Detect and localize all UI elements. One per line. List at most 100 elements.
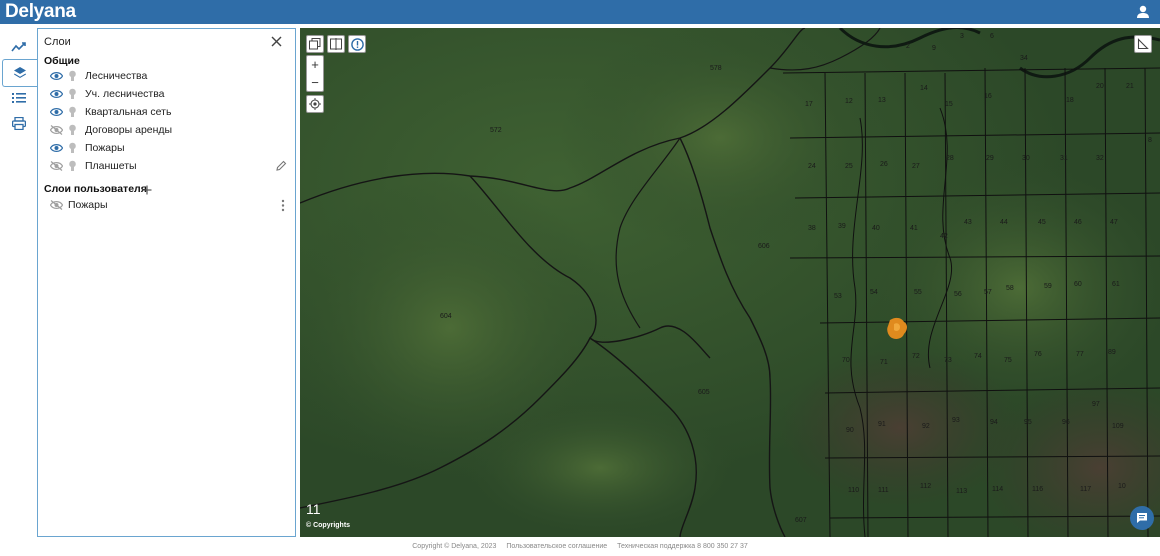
plot-number-label: 29 <box>986 155 994 162</box>
plot-number-label: 55 <box>914 289 922 296</box>
plot-number-label: 110 <box>848 487 859 494</box>
plot-number-label: 75 <box>1004 357 1012 364</box>
layer-label[interactable]: Уч. лесничества <box>85 88 165 100</box>
info-button[interactable] <box>348 35 366 53</box>
layer-label[interactable]: Лесничества <box>85 70 147 82</box>
layer-label[interactable]: Пожары <box>68 199 108 211</box>
print-button[interactable] <box>4 110 34 136</box>
chat-button[interactable] <box>1130 506 1154 530</box>
layer-row-sub-forestries: Уч. лесничества <box>50 87 290 103</box>
plot-number-label: 38 <box>808 225 816 232</box>
zoom-out-button[interactable]: − <box>307 74 323 91</box>
plot-number-label: 47 <box>1110 219 1118 226</box>
list-icon <box>12 93 26 103</box>
close-icon[interactable] <box>271 36 282 47</box>
plot-number-label: 18 <box>1066 97 1074 104</box>
eye-icon[interactable] <box>50 71 63 81</box>
plot-number-label: 112 <box>920 483 931 490</box>
ruler-angle-icon <box>1137 38 1149 50</box>
plot-number-label: 6 <box>990 33 994 40</box>
zoom-control: + − <box>306 55 324 92</box>
plot-number-label: 94 <box>990 419 998 426</box>
layers-toggle-button[interactable] <box>306 35 324 53</box>
layers-panel: Слои Общие Лесничества Уч. лесничества К… <box>37 28 296 537</box>
plot-number-label: 14 <box>920 85 928 92</box>
bulb-icon[interactable] <box>68 70 77 82</box>
plot-number-label: 10 <box>1118 483 1126 490</box>
compare-button[interactable] <box>327 35 345 53</box>
plot-number-label: 60 <box>1074 281 1082 288</box>
bulb-icon[interactable] <box>68 142 77 154</box>
list-button[interactable] <box>4 85 34 111</box>
layer-label[interactable]: Пожары <box>85 142 125 154</box>
layer-label[interactable]: Договоры аренды <box>85 124 172 136</box>
app-logo[interactable]: Delyana <box>5 1 76 23</box>
footer: Copyright © Delyana, 2023 Пользовательск… <box>0 543 1160 550</box>
add-icon[interactable] <box>142 185 152 195</box>
plot-number-label: 46 <box>1074 219 1082 226</box>
footer-copyright: Copyright © Delyana, 2023 <box>412 543 497 550</box>
plot-number-label: 3 <box>960 33 964 40</box>
bulb-icon[interactable] <box>68 88 77 100</box>
plot-number-label: 90 <box>846 427 854 434</box>
plot-number-label: 26 <box>880 161 888 168</box>
layer-label[interactable]: Квартальная сеть <box>85 106 171 118</box>
layer-label[interactable]: Планшеты <box>85 160 137 172</box>
plot-number-label: 30 <box>1022 155 1030 162</box>
plot-number-label: 70 <box>842 357 850 364</box>
plot-number-label: 40 <box>872 225 880 232</box>
eye-off-icon[interactable] <box>50 161 63 171</box>
plot-number-label: 114 <box>992 486 1003 493</box>
plot-number-label: 34 <box>1020 55 1028 62</box>
plot-number-label: 57 <box>984 289 992 296</box>
plot-number-label: 109 <box>1112 423 1124 430</box>
bulb-icon[interactable] <box>68 160 77 172</box>
eye-icon[interactable] <box>50 143 63 153</box>
satellite-map[interactable]: 57857260660460560717 12 131415161820 2124 25… <box>300 28 1160 537</box>
analytics-button[interactable] <box>4 34 34 60</box>
eye-off-icon[interactable] <box>50 125 63 135</box>
plot-number-label: 17 <box>805 101 813 108</box>
locate-button[interactable] <box>306 95 324 113</box>
footer-agreement-link[interactable]: Пользовательское соглашение <box>506 543 607 550</box>
map-view[interactable]: 578 572 606 604 605 607 17 12 13 14 15 16 18 20 21 24 25… <box>300 28 1160 537</box>
plot-number-label: 93 <box>952 417 960 424</box>
layer-row-fires: Пожары <box>50 141 290 157</box>
plot-number-label: 42 <box>940 233 948 240</box>
measure-button[interactable] <box>1134 35 1152 53</box>
side-rail <box>0 29 38 549</box>
plot-number-label: 605 <box>698 389 710 396</box>
user-layers-heading: Слои пользователя <box>44 183 147 195</box>
layers-button[interactable] <box>2 59 37 87</box>
user-icon[interactable] <box>1135 4 1151 20</box>
general-layers-heading: Общие <box>44 55 80 67</box>
eye-off-icon[interactable] <box>50 200 63 210</box>
more-vert-icon[interactable] <box>280 199 286 212</box>
plot-number-label: 54 <box>870 289 878 296</box>
pencil-icon[interactable] <box>276 160 287 171</box>
zoom-in-button[interactable]: + <box>307 56 323 73</box>
plot-number-label: 24 <box>808 163 816 170</box>
plot-number-label: 12 <box>845 98 853 105</box>
plot-number-label: 76 <box>1034 351 1042 358</box>
user-layer-row-fires: Пожары <box>50 198 290 214</box>
footer-support: Техническая поддержка 8 800 350 27 37 <box>617 543 748 550</box>
plot-number-label: 32 <box>1096 155 1104 162</box>
eye-icon[interactable] <box>50 107 63 117</box>
plot-number-label: 9 <box>932 45 936 52</box>
plot-number-label: 77 <box>1076 351 1084 358</box>
plot-number-label: 53 <box>834 293 842 300</box>
layer-row-leases: Договоры аренды <box>50 123 290 139</box>
bulb-icon[interactable] <box>68 106 77 118</box>
map-copyrights[interactable]: © Copyrights <box>306 522 350 529</box>
layer-row-forestries: Лесничества <box>50 69 290 85</box>
plot-number-label: 13 <box>878 97 886 104</box>
eye-icon[interactable] <box>50 89 63 99</box>
plot-number-label: 28 <box>946 155 954 162</box>
plot-number-label: 604 <box>440 313 452 320</box>
plot-number-label: 61 <box>1112 281 1120 288</box>
plot-number-label: 16 <box>984 93 992 100</box>
plot-number-label: 73 <box>944 357 952 364</box>
bulb-icon[interactable] <box>68 124 77 136</box>
plot-number-label: 39 <box>838 223 846 230</box>
